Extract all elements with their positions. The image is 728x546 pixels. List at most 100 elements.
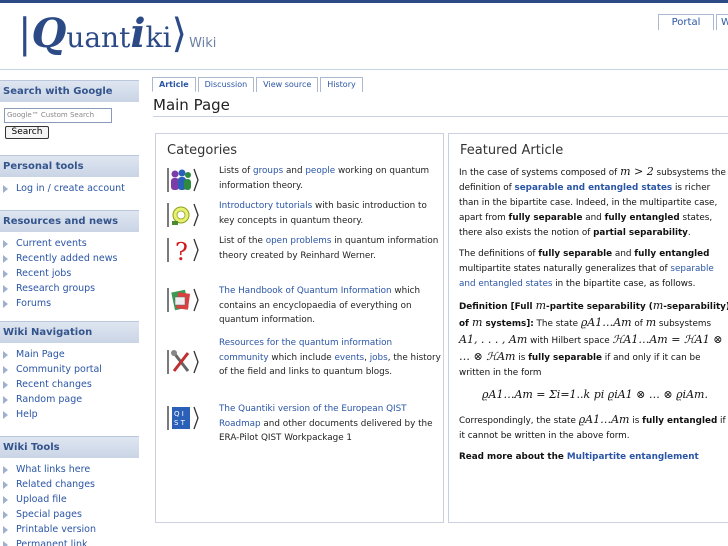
handbook-link[interactable]: The Handbook of Quantum Information <box>219 286 392 296</box>
sidebar-item-label: Community portal <box>16 364 102 375</box>
tab-view-source[interactable]: View source <box>256 77 319 92</box>
sidebar-item-label: Special pages <box>16 509 82 520</box>
jobs-link[interactable]: jobs <box>370 353 388 363</box>
sidebar-item-label: Permanent link <box>16 539 88 546</box>
sidebar-item-recently-added-news[interactable]: Recently added news <box>3 251 139 266</box>
tools-list: What links here Related changes Upload fil… <box>0 458 139 546</box>
text-part: multipartite states naturally generalize… <box>459 264 671 274</box>
sidebar-item-related-changes[interactable]: Related changes <box>3 477 139 492</box>
sidebar-item-community-portal[interactable]: Community portal <box>3 362 139 377</box>
sidebar-item-permanent-link[interactable]: Permanent link <box>3 537 139 546</box>
bold-term: fully entangled <box>634 249 710 259</box>
personal-tools-title: Personal tools <box>0 155 139 177</box>
top-strip <box>0 0 728 3</box>
text-part: is <box>629 416 643 426</box>
sidebar-item-label: What links here <box>16 464 91 475</box>
featured-paragraph-2: The definitions of fully separable and f… <box>459 247 728 292</box>
wiki-tab[interactable]: W <box>716 14 728 30</box>
logo-q: Q <box>31 10 67 57</box>
featured-paragraph-1: In the case of systems composed of m > 2… <box>459 164 728 241</box>
sidebar-item-special-pages[interactable]: Special pages <box>3 507 139 522</box>
cat-text-part: and <box>283 166 306 176</box>
sidebar-item-what-links-here[interactable]: What links here <box>3 462 139 477</box>
quantiki-logo[interactable]: |Quantiki⟩ Wiki <box>18 12 216 60</box>
resources-list: Current events Recently added news Recent … <box>0 232 139 311</box>
definition-label: Definition [Full <box>459 302 536 312</box>
sidebar-item-random-page[interactable]: Random page <box>3 392 139 407</box>
sidebar-item-label: Help <box>16 409 38 420</box>
category-open-problems-text: List of the open problems in quantum inf… <box>219 234 441 263</box>
math-m: m <box>652 299 664 312</box>
category-qist-text: The Quantiki version of the European QIS… <box>219 402 441 446</box>
featured-article-text: In the case of systems composed of m > 2… <box>459 164 728 471</box>
tab-discussion[interactable]: Discussion <box>197 77 255 92</box>
resources-portlet: Resources and news Current events Recentl… <box>0 210 139 311</box>
tools-icon[interactable] <box>166 347 202 377</box>
text-part: with Hilbert space <box>527 336 613 346</box>
category-groups-text: Lists of groups and people working on qu… <box>219 164 441 193</box>
people-icon[interactable] <box>166 165 202 195</box>
sidebar-item-upload-file[interactable]: Upload file <box>3 492 139 507</box>
triangle-bullet-icon <box>3 184 8 193</box>
logo-i: i <box>130 10 146 57</box>
text-part: subsystems <box>656 319 712 329</box>
math-m: m <box>471 316 483 329</box>
category-handbook-text: The Handbook of Quantum Information whic… <box>219 284 441 328</box>
math-rho: ϱA1…Am <box>580 316 632 329</box>
sidebar-item-forums[interactable]: Forums <box>3 296 139 311</box>
sidebar-item-recent-jobs[interactable]: Recent jobs <box>3 266 139 281</box>
main-content: Article Discussion View source History Main… <box>146 70 728 546</box>
sidebar-item-label: Main Page <box>16 349 65 360</box>
sidebar-item-current-events[interactable]: Current events <box>3 236 139 251</box>
sidebar-item-label: Forums <box>16 298 52 309</box>
portal-tab[interactable]: Portal <box>658 14 714 30</box>
separability-formula: ϱA1…Am = Σi=1..k pi ϱiA1 ⊗ … ⊗ ϱiAm. <box>482 388 708 401</box>
featured-definition: Definition [Full m-partite separability … <box>459 298 728 381</box>
sidebar-item-printable-version[interactable]: Printable version <box>3 522 139 537</box>
text-part: and <box>582 213 605 223</box>
handbook-icon[interactable] <box>166 285 202 315</box>
navigation-title: Wiki Navigation <box>0 321 139 343</box>
bold-term: fully separable <box>508 213 583 223</box>
tab-article[interactable]: Article <box>152 77 196 92</box>
tutorials-link[interactable]: Introductory tutorials <box>219 201 312 211</box>
sidebar-item-main-page[interactable]: Main Page <box>3 347 139 362</box>
sidebar-item-label: Research groups <box>16 283 96 294</box>
cat-text-part: which include <box>268 352 335 363</box>
sidebar-item-label: Current events <box>16 238 87 249</box>
sidebar-item-recent-changes[interactable]: Recent changes <box>3 377 139 392</box>
navigation-list: Main Page Community portal Recent changes R… <box>0 343 139 422</box>
tools-title: Wiki Tools <box>0 436 139 458</box>
categories-box: Categories Lists of groups and people wo… <box>155 133 444 523</box>
personal-tools-portlet: Personal tools Log in / create account <box>0 155 139 196</box>
text-part: and <box>612 249 635 259</box>
search-button[interactable]: Search <box>5 126 49 139</box>
groups-link[interactable]: groups <box>253 166 283 176</box>
math-subsystems: A1, . . . , Am <box>459 333 528 346</box>
tab-history[interactable]: History <box>320 77 363 92</box>
qist-icon[interactable]: Q I S T <box>166 403 202 433</box>
cat-text-part: List of the <box>219 236 266 246</box>
events-link[interactable]: events <box>335 353 365 363</box>
people-link[interactable]: people <box>305 166 335 176</box>
page-title: Main Page <box>153 96 230 114</box>
svg-text:Q I: Q I <box>174 410 184 418</box>
triangle-bullet-icon <box>3 480 8 489</box>
question-icon[interactable]: ? <box>166 235 202 265</box>
sidebar-item-label: Related changes <box>16 479 96 490</box>
math-m-greater-2: m > 2 <box>620 165 654 178</box>
logo-bracket-close: ⟩ <box>171 11 188 57</box>
category-tutorials-text: Introductory tutorials with basic introd… <box>219 199 441 228</box>
open-problems-link[interactable]: open problems <box>266 236 332 246</box>
sidebar-item-log-in-create-account[interactable]: Log in / create account <box>3 181 139 196</box>
search-input[interactable]: Google™ Custom Search <box>4 108 112 123</box>
sidebar-item-research-groups[interactable]: Research groups <box>3 281 139 296</box>
tutorial-icon[interactable] <box>166 200 202 230</box>
multipartite-entanglement-link[interactable]: Multipartite entanglement <box>567 452 699 462</box>
logo-wiki: Wiki <box>189 36 217 51</box>
separable-entangled-link[interactable]: separable and entangled states <box>514 183 672 193</box>
sidebar-item-help[interactable]: Help <box>3 407 139 422</box>
text-part: of <box>631 319 646 329</box>
triangle-bullet-icon <box>3 510 8 519</box>
sidebar: Search with Google Google™ Custom Search… <box>0 70 139 546</box>
